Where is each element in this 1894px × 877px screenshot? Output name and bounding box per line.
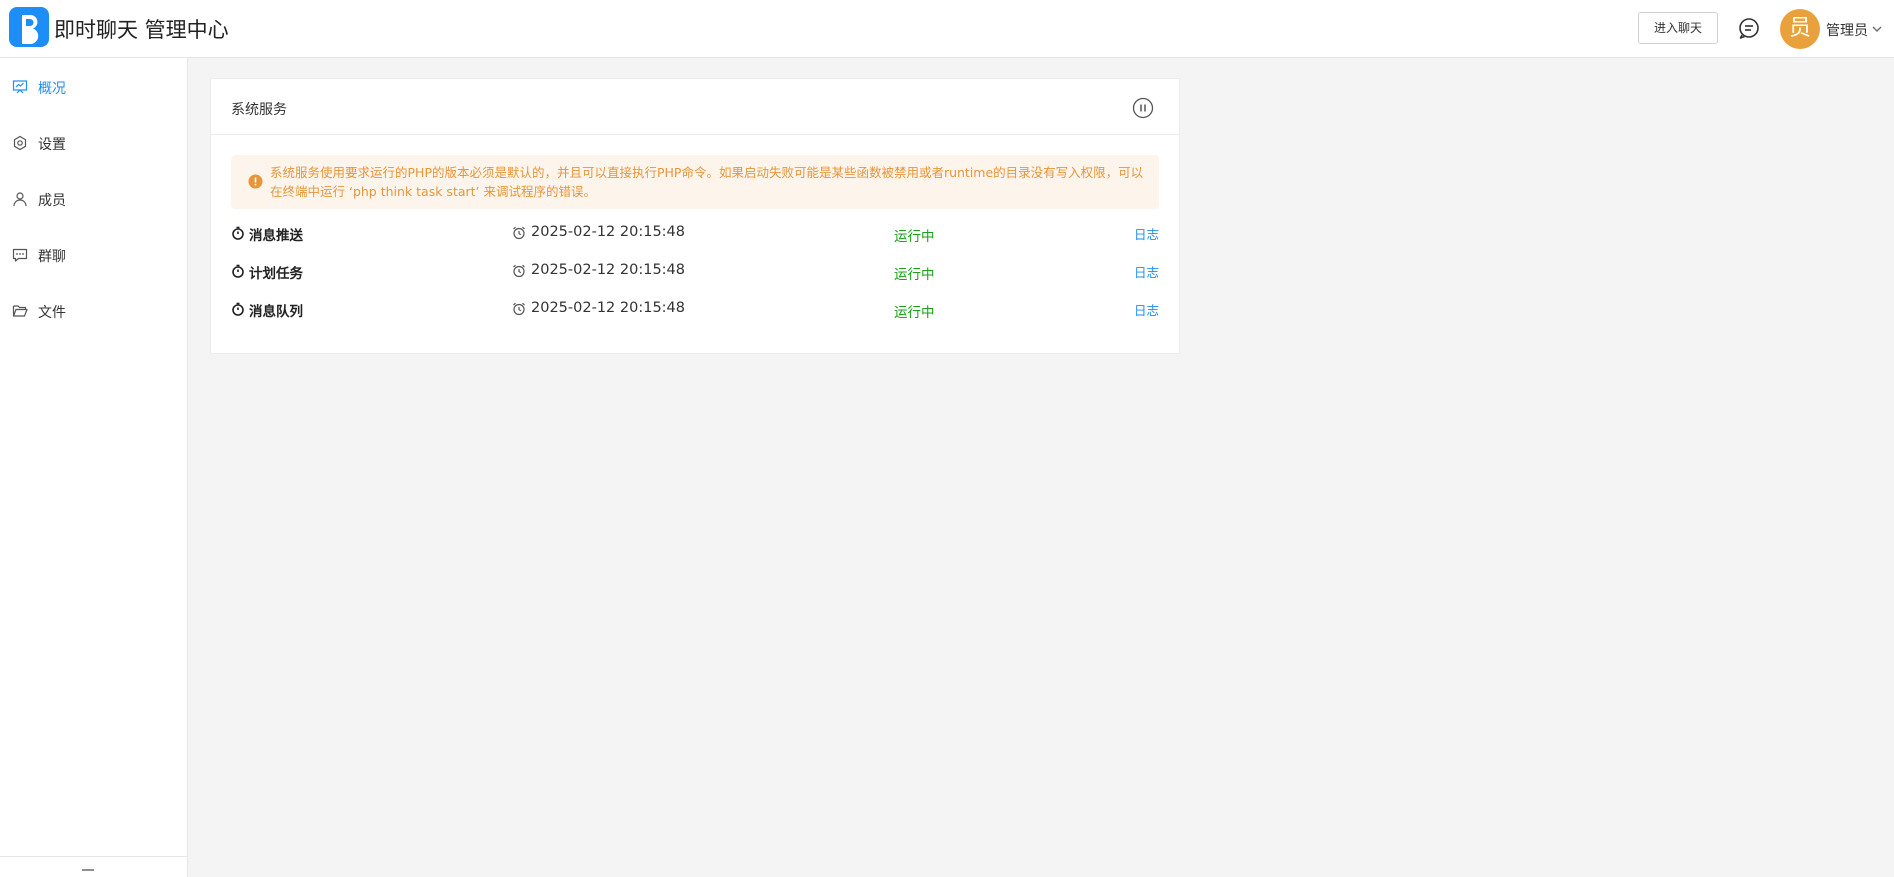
folder-open-icon	[12, 305, 28, 317]
warning-icon	[248, 174, 263, 189]
service-time: 2025-02-12 20:15:48	[531, 300, 685, 316]
chat-dots-icon	[12, 248, 28, 262]
stopwatch-icon	[232, 264, 244, 278]
user-icon	[13, 192, 27, 207]
sidebar-item-members[interactable]: 成员	[0, 179, 187, 219]
service-row: 消息队列 2025-02-12 20:15:48 运行中 日志	[231, 295, 1159, 323]
top-header: 即时聊天 管理中心 进入聊天 员 管理员	[0, 0, 1894, 58]
sidebar-divider	[0, 856, 187, 857]
service-time: 2025-02-12 20:15:48	[531, 224, 685, 240]
chevron-down-icon[interactable]	[1871, 23, 1883, 35]
stopwatch-icon	[232, 302, 244, 316]
card-title: 系统服务	[231, 102, 287, 118]
sidebar-item-label: 设置	[38, 137, 66, 153]
stopwatch-icon	[232, 226, 244, 240]
service-row: 消息推送 2025-02-12 20:15:48 运行中 日志	[231, 219, 1159, 247]
sidebar-item-groups[interactable]: 群聊	[0, 235, 187, 275]
warning-alert: 系统服务使用要求运行的PHP的版本必须是默认的，并且可以直接执行PHP命令。如果…	[231, 155, 1159, 209]
service-time: 2025-02-12 20:15:48	[531, 262, 685, 278]
collapse-sidebar-icon[interactable]	[80, 868, 96, 876]
avatar[interactable]: 员	[1780, 9, 1820, 49]
pause-icon[interactable]	[1132, 97, 1154, 119]
chat-bubble-icon[interactable]	[1737, 16, 1761, 40]
log-link[interactable]: 日志	[1134, 300, 1159, 319]
app-logo[interactable]	[9, 7, 49, 47]
card-header: 系统服务	[211, 79, 1179, 135]
alarm-clock-icon	[513, 226, 525, 240]
sidebar-item-settings[interactable]: 设置	[0, 123, 187, 163]
service-status: 运行中	[894, 305, 935, 321]
alarm-clock-icon	[513, 302, 525, 316]
sidebar-item-files[interactable]: 文件	[0, 291, 187, 331]
gear-icon	[13, 135, 27, 151]
sidebar-item-label: 群聊	[38, 249, 66, 265]
service-row: 计划任务 2025-02-12 20:15:48 运行中 日志	[231, 257, 1159, 285]
app-title: 即时聊天 管理中心	[54, 18, 229, 42]
service-status: 运行中	[894, 267, 935, 283]
log-link[interactable]: 日志	[1134, 224, 1159, 243]
sidebar-item-overview[interactable]: 概况	[0, 67, 187, 107]
alarm-clock-icon	[513, 264, 525, 278]
service-name: 消息推送	[249, 228, 303, 244]
service-name: 消息队列	[249, 304, 303, 320]
alert-message: 系统服务使用要求运行的PHP的版本必须是默认的，并且可以直接执行PHP命令。如果…	[270, 165, 1144, 199]
logo-icon	[22, 15, 39, 45]
enter-chat-button[interactable]: 进入聊天	[1638, 12, 1718, 44]
log-link[interactable]: 日志	[1134, 262, 1159, 281]
sidebar-item-label: 概况	[38, 81, 66, 97]
presentation-chart-icon	[12, 80, 28, 94]
system-services-card: 系统服务 系统服务使用要求运行的PHP的版本必须是默认的，并且可以直接执行PHP…	[210, 78, 1180, 354]
sidebar-item-label: 成员	[38, 193, 66, 209]
user-name[interactable]: 管理员	[1826, 20, 1868, 40]
sidebar: 概况 设置 成员 群聊 文件	[0, 58, 188, 877]
sidebar-item-label: 文件	[38, 305, 66, 321]
service-status: 运行中	[894, 229, 935, 245]
service-name: 计划任务	[249, 266, 303, 282]
